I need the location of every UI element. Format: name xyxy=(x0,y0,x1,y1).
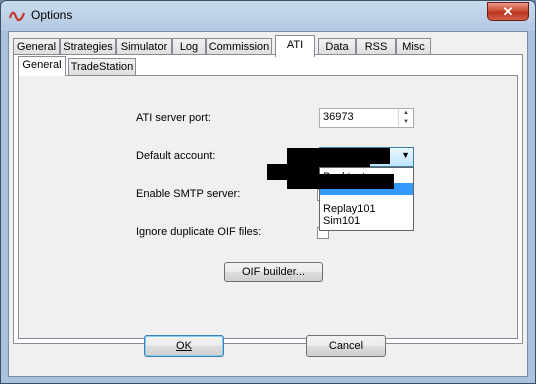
oif-builder-button[interactable]: OIF builder... xyxy=(224,262,323,282)
cancel-button[interactable]: Cancel xyxy=(306,335,386,357)
general-settings-panel: ATI server port: 36973 ▲ ▼ Default accou… xyxy=(18,75,518,339)
ok-button[interactable]: OK xyxy=(144,335,224,357)
subtab-tradestation[interactable]: TradeStation xyxy=(68,58,136,76)
ignore-duplicate-label: Ignore duplicate OIF files: xyxy=(136,226,262,238)
dialog-client-area: General Strategies Simulator Log Commiss… xyxy=(8,31,528,377)
chevron-down-icon[interactable]: ▼ xyxy=(401,150,410,160)
ati-tab-panel: General TradeStation ATI server port: 36… xyxy=(13,54,523,344)
dropdown-option[interactable]: Replay101 xyxy=(320,203,413,215)
cancel-label: Cancel xyxy=(328,340,364,352)
window-title: Options xyxy=(31,8,73,22)
spin-up-icon[interactable]: ▲ xyxy=(399,109,413,118)
ok-label: OK xyxy=(176,340,192,352)
spin-down-icon[interactable]: ▼ xyxy=(399,118,413,127)
app-logo-icon xyxy=(9,11,25,22)
server-port-label: ATI server port: xyxy=(136,112,211,124)
redaction-bar xyxy=(287,148,390,164)
dropdown-option[interactable]: Sim101 xyxy=(320,215,413,227)
close-button[interactable]: ✕ xyxy=(487,2,529,21)
default-account-label: Default account: xyxy=(136,150,216,162)
redaction-bar xyxy=(287,174,394,189)
spin-buttons: ▲ ▼ xyxy=(398,109,413,127)
server-port-stepper[interactable]: 36973 ▲ ▼ xyxy=(319,108,414,128)
enable-smtp-label: Enable SMTP server: xyxy=(136,188,241,200)
server-port-value[interactable]: 36973 xyxy=(323,111,354,123)
title-bar[interactable]: Options ✕ xyxy=(1,1,535,31)
subtab-general[interactable]: General xyxy=(18,56,66,76)
tab-ati[interactable]: ATI xyxy=(275,35,315,57)
options-dialog: Options ✕ General Strategies Simulator L… xyxy=(0,0,536,384)
